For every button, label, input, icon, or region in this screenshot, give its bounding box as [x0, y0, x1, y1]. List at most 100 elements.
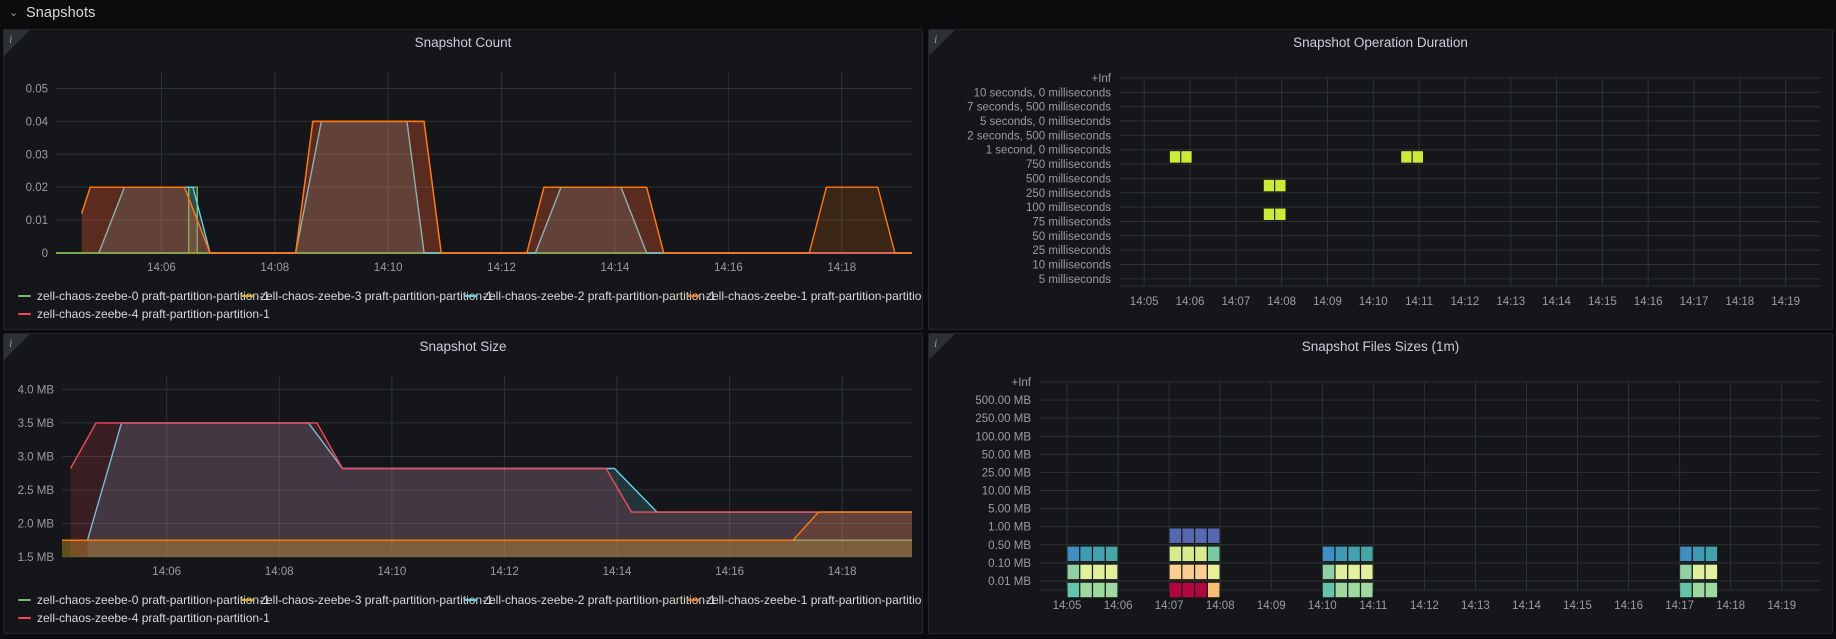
heatmap-cell[interactable]: [1275, 179, 1286, 192]
heatmap-cell[interactable]: [1207, 546, 1220, 562]
heatmap-cell[interactable]: [1105, 564, 1118, 580]
plot-area[interactable]: 4.0 MB 3.5 MB 3.0 MB 2.5 MB 2.0 MB 1.5 MB 14:0…: [4, 362, 922, 633]
plot-area[interactable]: +Inf 500.00 MB 250.00 MB 100.00 MB 50.00 MB 2…: [929, 362, 1832, 633]
heatmap-cell[interactable]: [1105, 582, 1118, 598]
row-header-snapshots[interactable]: ⌄ Snapshots: [0, 0, 1836, 26]
panel-title: Snapshot Count: [414, 35, 512, 50]
x-axis-tick-label: 14:12: [1451, 296, 1480, 308]
heatmap-cell[interactable]: [1705, 582, 1718, 598]
x-axis-tick-label: 14:08: [1206, 600, 1235, 612]
legend-item[interactable]: zell-chaos-zeebe-0 praft-partition-parti…: [18, 591, 270, 609]
heatmap-cell[interactable]: [1169, 151, 1181, 163]
heatmap-cell[interactable]: [1093, 564, 1105, 580]
heatmap-cell[interactable]: [1263, 208, 1275, 221]
legend-item[interactable]: zell-chaos-zeebe-3 praft-partition-parti…: [241, 287, 493, 305]
heatmap-cell[interactable]: [1080, 582, 1092, 598]
legend-item[interactable]: zell-chaos-zeebe-2 praft-partition-parti…: [464, 591, 716, 609]
legend-item[interactable]: zell-chaos-zeebe-0 praft-partition-parti…: [18, 287, 270, 305]
heatmap-cell[interactable]: [1335, 564, 1348, 580]
heatmap-cell[interactable]: [1680, 546, 1692, 562]
info-icon[interactable]: i: [9, 32, 12, 47]
heatmap-cell[interactable]: [1105, 546, 1118, 562]
heatmap-cell[interactable]: [1322, 582, 1335, 598]
heatmap-cell[interactable]: [1067, 582, 1080, 598]
heatmap-cell[interactable]: [1361, 546, 1373, 562]
heatmap-cell[interactable]: [1348, 546, 1360, 562]
heatmap-cell[interactable]: [1207, 564, 1220, 580]
heatmap-cell[interactable]: [1093, 546, 1105, 562]
heatmap-cell[interactable]: [1182, 582, 1194, 598]
heatmap-cell[interactable]: [1705, 564, 1718, 580]
panel-snapshot-count[interactable]: i Snapshot Count 0.05 0.04 0.03 0.02 0.01 0 14…: [3, 29, 923, 330]
x-axis-tick-label: 14:17: [1665, 600, 1694, 612]
heatmap-cell[interactable]: [1263, 179, 1275, 192]
heatmap-cell[interactable]: [1195, 546, 1207, 562]
heatmap-cell[interactable]: [1067, 546, 1080, 562]
heatmap-cell[interactable]: [1080, 564, 1092, 580]
y-axis-tick-label: 0.03: [26, 149, 48, 161]
legend-item[interactable]: zell-chaos-zeebe-3 praft-partition-parti…: [241, 591, 493, 609]
panel-grid: i Snapshot Count 0.05 0.04 0.03 0.02 0.01 0 14…: [0, 26, 1836, 639]
chevron-down-icon[interactable]: ⌄: [9, 8, 19, 19]
heatmap-cell[interactable]: [1182, 528, 1194, 543]
heatmap-cell[interactable]: [1169, 528, 1182, 543]
heatmap-cell[interactable]: [1322, 564, 1335, 580]
panel-snapshot-size[interactable]: i Snapshot Size 4.0 MB 3.5 MB 3.0 MB 2.5 MB…: [3, 333, 923, 634]
heatmap-cell[interactable]: [1335, 546, 1348, 562]
legend-item[interactable]: zell-chaos-zeebe-2 praft-partition-parti…: [464, 287, 716, 305]
heatmap-cell[interactable]: [1692, 546, 1705, 562]
heatmap-cell[interactable]: [1680, 582, 1692, 598]
heatmap-cell[interactable]: [1182, 546, 1194, 562]
y-axis-tick-label: +Inf: [1011, 377, 1031, 389]
info-icon[interactable]: i: [9, 336, 12, 351]
row-title: Snapshots: [26, 5, 96, 21]
heatmap-cell[interactable]: [1335, 582, 1348, 598]
heatmap-cell[interactable]: [1322, 546, 1335, 562]
legend-item[interactable]: zell-chaos-zeebe-1 praft-partition-parti…: [687, 287, 922, 305]
x-axis-tick-label: 14:08: [1267, 296, 1296, 308]
heatmap-cell[interactable]: [1361, 564, 1373, 580]
heatmap-cell[interactable]: [1692, 564, 1705, 580]
heatmap-cell[interactable]: [1401, 151, 1412, 163]
info-icon[interactable]: i: [934, 336, 937, 351]
y-axis-tick-label: 5 seconds, 0 milliseconds: [980, 116, 1111, 128]
heatmap-cell[interactable]: [1275, 208, 1286, 221]
heatmap-cell[interactable]: [1692, 582, 1705, 598]
legend-color-swatch: [241, 295, 254, 297]
heatmap-cell[interactable]: [1361, 582, 1373, 598]
legend-item[interactable]: zell-chaos-zeebe-4 praft-partition-parti…: [18, 305, 270, 323]
heatmap-cell[interactable]: [1207, 582, 1220, 598]
legend-color-swatch: [18, 617, 31, 619]
heatmap-cell[interactable]: [1680, 564, 1692, 580]
legend-color-swatch: [464, 599, 477, 601]
panel-header: i Snapshot Operation Duration: [929, 30, 1832, 58]
legend-item[interactable]: zell-chaos-zeebe-4 praft-partition-parti…: [18, 609, 270, 627]
y-axis-tick-label: 500.00 MB: [975, 395, 1031, 407]
heatmap-cell[interactable]: [1093, 582, 1105, 598]
heatmap-cell[interactable]: [1080, 546, 1092, 562]
x-axis-tick-label: 14:10: [1308, 600, 1337, 612]
heatmap-cell[interactable]: [1182, 564, 1194, 580]
heatmap-cell[interactable]: [1169, 546, 1182, 562]
heatmap-cell[interactable]: [1067, 564, 1080, 580]
plot-area[interactable]: 0.05 0.04 0.03 0.02 0.01 0 14:06 14:08 14:10 14:1…: [4, 58, 922, 329]
heatmap-cell[interactable]: [1348, 582, 1360, 598]
heatmap-cell[interactable]: [1169, 582, 1182, 598]
info-icon[interactable]: i: [934, 32, 937, 47]
heatmap-cell[interactable]: [1169, 564, 1182, 580]
x-axis-tick-label: 14:18: [1716, 600, 1745, 612]
panel-snapshot-operation-duration[interactable]: i Snapshot Operation Duration +Inf 10 sec…: [928, 29, 1833, 330]
heatmap-cell[interactable]: [1181, 151, 1192, 163]
legend-item[interactable]: zell-chaos-zeebe-1 praft-partition-parti…: [687, 591, 922, 609]
panel-snapshot-files-sizes[interactable]: i Snapshot Files Sizes (1m) +Inf 500.00 M…: [928, 333, 1833, 634]
heatmap-cell[interactable]: [1705, 546, 1718, 562]
heatmap-cell[interactable]: [1412, 151, 1423, 163]
heatmap-cell[interactable]: [1195, 528, 1207, 543]
heatmap-cell[interactable]: [1195, 564, 1207, 580]
heatmap-cell[interactable]: [1195, 582, 1207, 598]
heatmap-cell[interactable]: [1348, 564, 1360, 580]
heatmap-cell[interactable]: [1207, 528, 1220, 543]
legend-label: zell-chaos-zeebe-2 praft-partition-parti…: [483, 593, 716, 607]
plot-area[interactable]: +Inf 10 seconds, 0 milliseconds 7 seconds,…: [929, 58, 1832, 329]
y-axis-tick-label: 0.10 MB: [988, 558, 1031, 570]
